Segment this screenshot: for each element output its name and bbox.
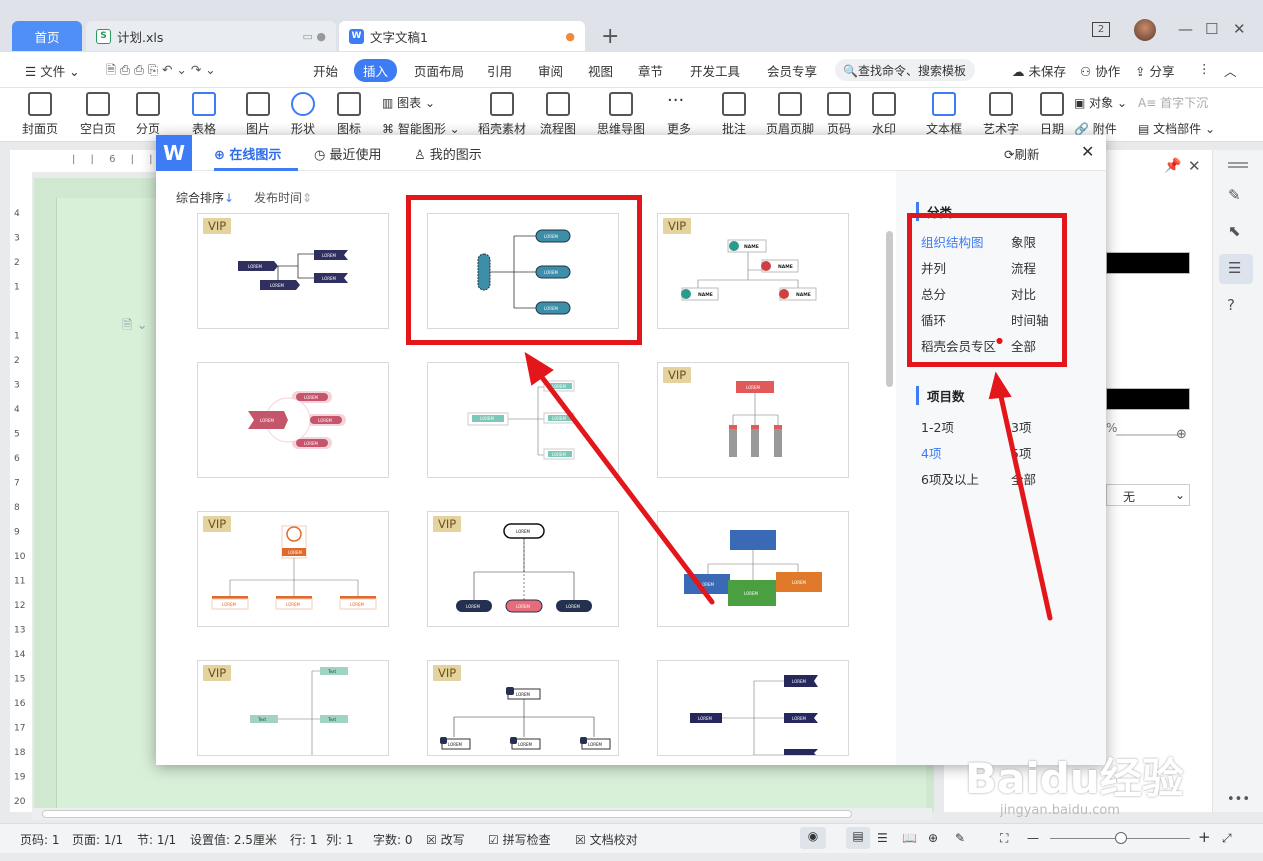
arrow-head-categories (988, 371, 1012, 400)
arrow-to-categories (997, 389, 1053, 621)
arrow-to-template (535, 369, 715, 605)
annotation-arrows (524, 351, 1053, 621)
arrow-head-template (524, 351, 554, 386)
baidu-watermark-url: jingyan.baidu.com (1000, 803, 1120, 818)
app-window: 首页 S 计划.xls ▭ ● W 文字文稿1 ● + 2 — ☐ ✕ ☰ 文件… (0, 0, 1263, 861)
baidu-watermark: Baidu经验 (965, 754, 1184, 803)
